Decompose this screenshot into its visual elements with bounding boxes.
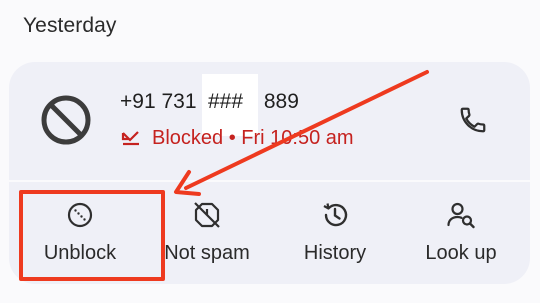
- look-up-button[interactable]: Look up: [401, 196, 521, 276]
- look-up-label: Look up: [425, 242, 497, 264]
- section-label: Yesterday: [23, 14, 117, 37]
- not-spam-label: Not spam: [164, 242, 250, 264]
- history-button[interactable]: History: [275, 196, 395, 276]
- look-up-icon: [447, 202, 475, 229]
- caller-number-suffix: 889: [258, 90, 299, 113]
- not-spam-icon: [194, 202, 220, 228]
- caller-number-prefix: +91 731: [120, 90, 203, 113]
- blocked-call-icon: [121, 131, 139, 146]
- phone-icon: [460, 107, 486, 133]
- call-status: Blocked • Fri 10:50 am: [152, 127, 354, 149]
- card-divider: [9, 180, 530, 182]
- call-button[interactable]: [452, 100, 494, 140]
- history-label: History: [303, 242, 367, 264]
- caller-number-masked: ###: [208, 90, 244, 113]
- annotation-highlight-box: [19, 190, 165, 281]
- not-spam-button[interactable]: Not spam: [147, 196, 267, 276]
- blocked-icon: [41, 95, 91, 145]
- history-icon: [323, 203, 348, 227]
